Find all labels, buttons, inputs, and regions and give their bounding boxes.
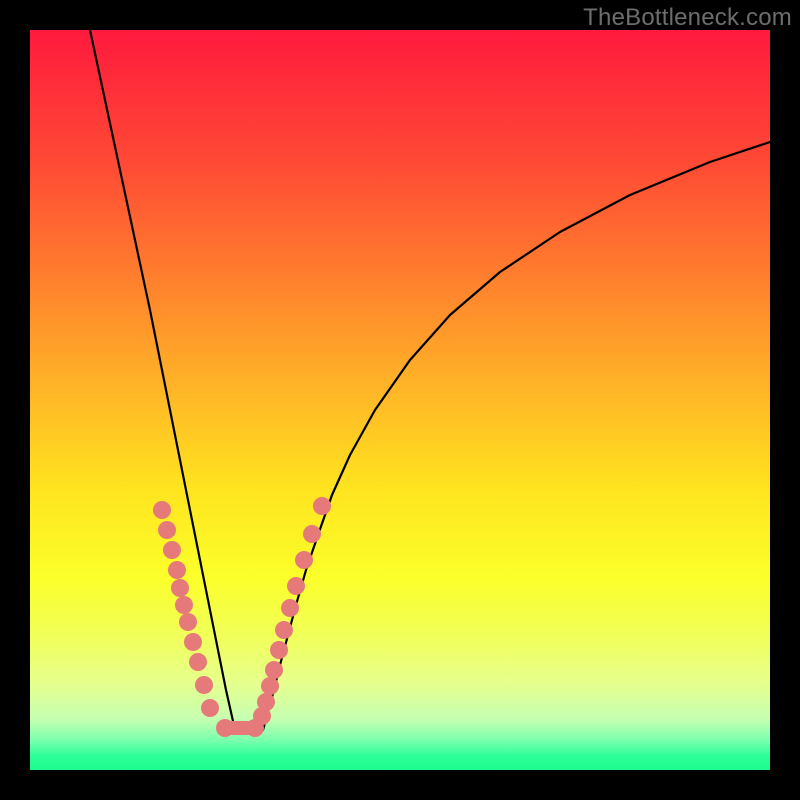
highlight-dot [303,525,321,543]
highlight-dot [287,577,305,595]
highlight-dot [265,661,283,679]
highlight-dot [281,599,299,617]
highlight-dot [189,653,207,671]
highlight-dot [257,693,275,711]
highlight-dot [168,561,186,579]
highlight-dot [201,699,219,717]
highlight-dot [270,641,288,659]
chart-svg [30,30,770,770]
highlight-dot [171,579,189,597]
highlight-dot [158,521,176,539]
highlight-dot [175,596,193,614]
highlight-dot [184,633,202,651]
watermark-text: TheBottleneck.com [583,4,792,32]
highlight-dot [195,676,213,694]
highlight-dot [216,719,234,737]
highlight-dot [295,551,313,569]
highlight-dot [313,497,331,515]
highlight-dot [153,501,171,519]
highlight-dot [261,677,279,695]
highlight-dot [163,541,181,559]
highlight-dots-group [153,497,331,737]
highlight-dot [179,613,197,631]
highlight-dot [275,621,293,639]
chart-frame [30,30,770,770]
